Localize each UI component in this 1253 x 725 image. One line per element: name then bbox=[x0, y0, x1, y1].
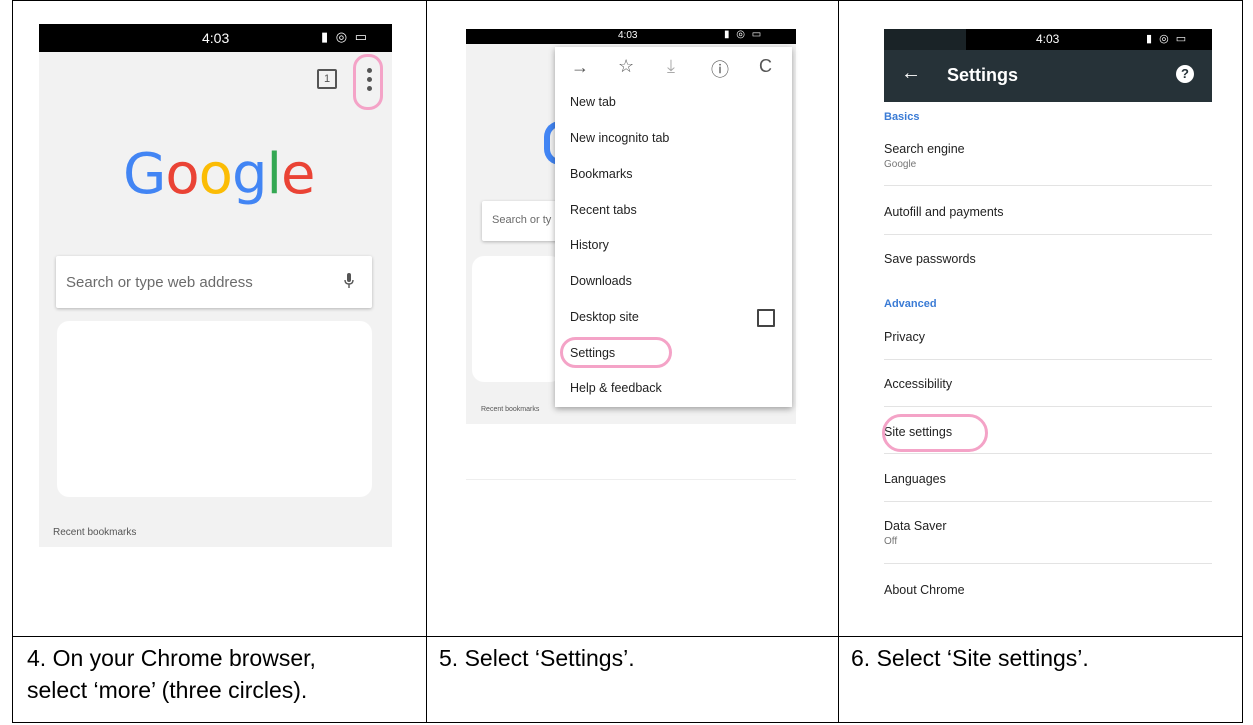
status-time: 4:03 bbox=[618, 30, 638, 41]
divider bbox=[884, 406, 1212, 407]
status-bar: 4:03 ▮ ◎ ▭ bbox=[884, 29, 1212, 50]
search-placeholder: Search or ty bbox=[492, 214, 552, 226]
recent-bookmarks-label: Recent bookmarks bbox=[53, 527, 137, 538]
menu-item-downloads[interactable]: Downloads bbox=[570, 274, 632, 288]
menu-item-history[interactable]: History bbox=[570, 238, 609, 252]
recent-bookmarks-label: Recent bookmarks bbox=[481, 406, 540, 413]
column-divider-2 bbox=[838, 0, 839, 723]
section-advanced: Advanced bbox=[884, 298, 937, 310]
help-icon[interactable]: ? bbox=[1176, 65, 1194, 83]
settings-item-accessibility[interactable]: Accessibility bbox=[884, 377, 952, 391]
reload-icon[interactable]: C bbox=[759, 56, 772, 77]
status-time: 4:03 bbox=[202, 30, 230, 46]
status-time: 4:03 bbox=[1036, 32, 1060, 46]
settings-item-save-passwords[interactable]: Save passwords bbox=[884, 252, 976, 266]
divider bbox=[884, 359, 1212, 360]
status-icons: ▮ ◎ ▭ bbox=[1146, 33, 1189, 45]
page-title: Settings bbox=[947, 65, 1019, 85]
caption-step-5: 5. Select ‘Settings’. bbox=[439, 645, 635, 671]
divider bbox=[884, 563, 1212, 564]
settings-item-search-engine[interactable]: Search engine bbox=[884, 142, 965, 156]
divider bbox=[466, 479, 796, 480]
highlight-ring bbox=[353, 54, 383, 110]
chrome-settings-screen: 4:03 ▮ ◎ ▭ ← Settings ? Basics Search en… bbox=[884, 29, 1212, 625]
settings-item-privacy[interactable]: Privacy bbox=[884, 330, 925, 344]
tab-switcher-button[interactable]: 1 bbox=[317, 69, 337, 89]
row-divider bbox=[12, 636, 1243, 637]
menu-item-new-tab[interactable]: New tab bbox=[570, 95, 616, 109]
info-icon[interactable]: ⓘ bbox=[711, 56, 729, 82]
highlight-ring bbox=[560, 337, 672, 368]
desktop-site-checkbox[interactable] bbox=[757, 309, 775, 327]
menu-item-bookmarks[interactable]: Bookmarks bbox=[570, 167, 633, 181]
search-engine-value: Google bbox=[884, 159, 917, 170]
bookmarks-card bbox=[57, 321, 372, 497]
menu-item-help-feedback[interactable]: Help & feedback bbox=[570, 381, 662, 395]
data-saver-value: Off bbox=[884, 536, 898, 547]
status-icons: ▮ ◎ ▭ bbox=[321, 29, 370, 44]
menu-item-desktop-site[interactable]: Desktop site bbox=[570, 310, 639, 324]
section-basics: Basics bbox=[884, 111, 920, 123]
back-arrow-icon[interactable]: ← bbox=[901, 62, 921, 85]
divider bbox=[884, 185, 1212, 186]
menu-item-new-incognito-tab[interactable]: New incognito tab bbox=[570, 131, 669, 145]
settings-item-data-saver[interactable]: Data Saver bbox=[884, 519, 947, 533]
search-placeholder: Search or type web address bbox=[66, 274, 253, 291]
settings-item-autofill[interactable]: Autofill and payments bbox=[884, 205, 1004, 219]
menu-item-recent-tabs[interactable]: Recent tabs bbox=[570, 203, 637, 217]
chrome-new-tab-screen: 4:03 ▮ ◎ ▭ 1 Google Search or type web a… bbox=[39, 24, 392, 547]
search-input[interactable]: Search or type web address bbox=[56, 256, 372, 308]
status-icons: ▮ ◎ ▭ bbox=[724, 29, 764, 40]
bookmarks-card bbox=[472, 256, 562, 382]
divider bbox=[884, 234, 1212, 235]
divider bbox=[884, 453, 1212, 454]
column-divider-1 bbox=[426, 0, 427, 723]
status-bar: 4:03 ▮ ◎ ▭ bbox=[466, 29, 796, 44]
caption-step-4: 4. On your Chrome browser, select ‘more’… bbox=[27, 645, 316, 703]
status-bar: 4:03 ▮ ◎ ▭ bbox=[39, 24, 392, 52]
google-logo: Google bbox=[123, 142, 316, 207]
caption-step-6: 6. Select ‘Site settings’. bbox=[851, 645, 1089, 671]
settings-item-about-chrome[interactable]: About Chrome bbox=[884, 583, 965, 597]
forward-icon[interactable]: → bbox=[571, 57, 589, 78]
microphone-icon[interactable] bbox=[344, 273, 354, 289]
settings-toolbar: ← Settings ? bbox=[884, 50, 1212, 102]
download-icon[interactable]: ⤓ bbox=[667, 56, 675, 77]
highlight-ring bbox=[882, 414, 988, 452]
star-icon[interactable]: ☆ bbox=[618, 56, 634, 77]
divider bbox=[884, 501, 1212, 502]
settings-item-languages[interactable]: Languages bbox=[884, 472, 946, 486]
